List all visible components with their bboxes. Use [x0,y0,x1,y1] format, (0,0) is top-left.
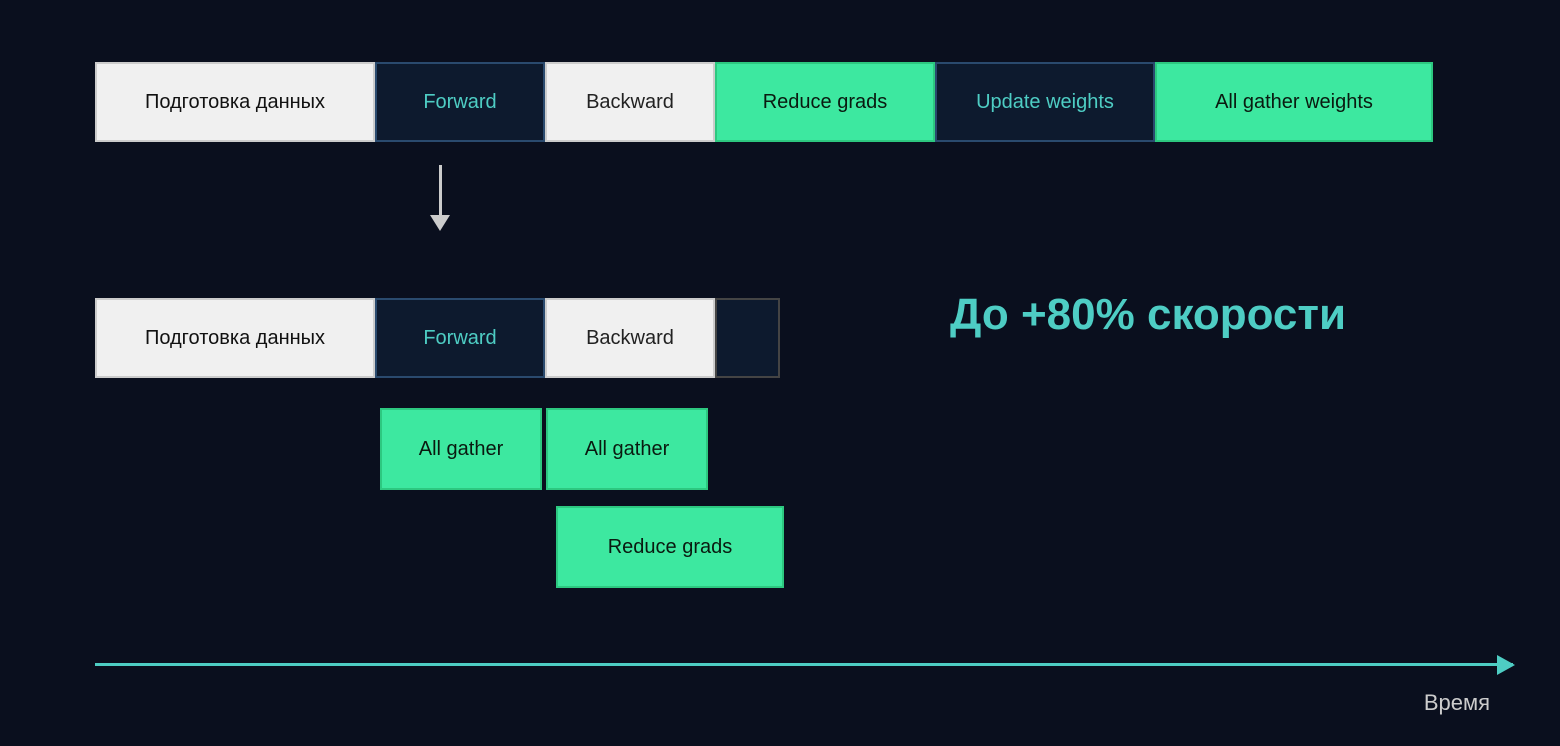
update-weights-label-1: Update weights [976,91,1114,114]
data-prep-label-2: Подготовка данных [145,327,325,350]
arrow-down [430,165,450,231]
block-data-prep-1: Подготовка данных [95,62,375,142]
timeline-row-1: Подготовка данных Forward Backward Reduc… [95,62,1433,142]
block-forward-2: Forward [375,298,545,378]
all-gather-weights-label-1: All gather weights [1215,91,1373,114]
block-all-gather-2: All gather [546,408,708,490]
block-update-weights-1: Update weights [935,62,1155,142]
block-all-gather-1: All gather [380,408,542,490]
data-prep-label-1: Подготовка данных [145,91,325,114]
block-all-gather-weights-1: All gather weights [1155,62,1433,142]
backward-label-1: Backward [586,91,674,114]
speed-label: До +80% скорости [950,290,1346,339]
arrow-head [430,215,450,231]
block-backward-1: Backward [545,62,715,142]
block-forward-1: Forward [375,62,545,142]
timeline-row-2: Подготовка данных Forward Backward [95,298,780,378]
time-label: Время [1424,690,1490,716]
forward-label-1: Forward [423,91,496,114]
block-reduce-grads-1: Reduce grads [715,62,935,142]
main-container: Подготовка данных Forward Backward Reduc… [0,0,1560,746]
all-gather-label-2: All gather [585,438,670,461]
timeline-row-3: All gather All gather [380,408,708,490]
block-reduce-grads-2: Reduce grads [556,506,784,588]
all-gather-label-1: All gather [419,438,504,461]
time-axis [95,663,1513,666]
backward-label-2: Backward [586,327,674,350]
block-small-dark [715,298,780,378]
arrow-shaft [439,165,442,215]
block-backward-2: Backward [545,298,715,378]
speed-text: До +80% скорости [950,290,1346,340]
forward-label-2: Forward [423,327,496,350]
reduce-grads-label-1: Reduce grads [763,91,888,114]
reduce-grads-label-2: Reduce grads [608,536,733,559]
block-data-prep-2: Подготовка данных [95,298,375,378]
timeline-row-4: Reduce grads [556,506,784,588]
